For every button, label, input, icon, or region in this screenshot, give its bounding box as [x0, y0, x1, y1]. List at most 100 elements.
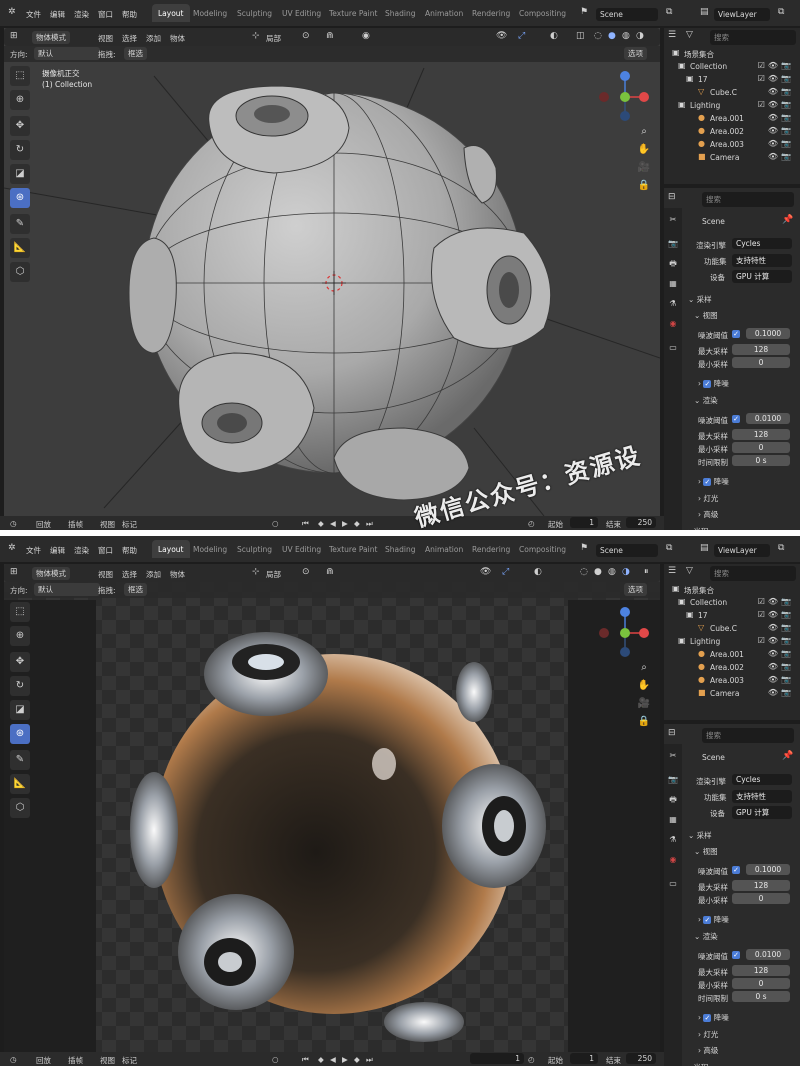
- annotate-tool[interactable]: ✎: [10, 214, 30, 234]
- pin-icon[interactable]: 📌: [782, 215, 793, 225]
- outliner-row-17[interactable]: ▣ 17 ☑👁📷: [664, 610, 800, 623]
- render-max-field[interactable]: 128: [732, 965, 790, 976]
- overlay-icon[interactable]: ◐: [534, 567, 542, 577]
- orientation-selector[interactable]: 默认: [34, 47, 100, 60]
- render-noise-checkbox[interactable]: ✓: [732, 951, 740, 959]
- viewport-max-field[interactable]: 128: [732, 344, 790, 355]
- play-reverse-icon[interactable]: ◀: [330, 1055, 336, 1064]
- start-frame-field[interactable]: 1: [570, 517, 598, 528]
- viewport-noise-field[interactable]: 0.1000: [746, 328, 790, 339]
- outliner-root[interactable]: ▣ 场景集合: [664, 584, 800, 597]
- snap-icon[interactable]: ⊙: [302, 567, 310, 577]
- zoom-icon[interactable]: ⌕: [636, 660, 652, 676]
- visibility-flags[interactable]: 👁📷: [768, 675, 794, 684]
- collection-tab-icon[interactable]: ▭: [667, 342, 679, 354]
- move-tool[interactable]: ✥: [10, 116, 30, 136]
- timeline-editor-icon[interactable]: ◷: [10, 519, 17, 528]
- annotate-tool[interactable]: ✎: [10, 750, 30, 770]
- rotate-tool[interactable]: ↻: [10, 140, 30, 160]
- render-noise-checkbox[interactable]: ✓: [732, 415, 740, 423]
- camera-view-icon[interactable]: 🎥: [636, 696, 652, 712]
- tab-texture-paint[interactable]: Texture Paint: [329, 545, 377, 554]
- snap-icon[interactable]: ⊙: [302, 31, 310, 41]
- axis-neg-z-icon[interactable]: [620, 647, 630, 657]
- viewport-min-field[interactable]: 0: [732, 893, 790, 904]
- tab-shading[interactable]: Shading: [385, 545, 415, 554]
- end-frame-field[interactable]: 250: [626, 517, 656, 528]
- scene-selector[interactable]: Scene: [596, 544, 658, 557]
- pivot-selector[interactable]: 局部: [266, 569, 281, 580]
- bottom-nub[interactable]: [384, 1002, 464, 1042]
- properties-editor-icon[interactable]: ⊟: [668, 728, 676, 738]
- outliner-row-17[interactable]: ▣ 17 ☑👁📷: [664, 74, 800, 87]
- outliner-row-camera[interactable]: ■ Camera 👁📷: [664, 152, 800, 165]
- axis-x-icon[interactable]: [639, 628, 649, 638]
- visibility-flags[interactable]: 👁📷: [768, 152, 794, 161]
- render-noise-field[interactable]: 0.0100: [746, 413, 790, 424]
- menu-window[interactable]: 窗口: [98, 545, 113, 556]
- outliner-editor-icon[interactable]: ☰: [668, 30, 676, 40]
- tab-rendering[interactable]: Rendering: [472, 545, 510, 554]
- tab-layout[interactable]: Layout: [152, 4, 190, 22]
- time-limit-field[interactable]: 0 s: [732, 991, 790, 1002]
- timeline-playback-menu[interactable]: 回放: [36, 519, 51, 530]
- gizmo-icon[interactable]: ⤢: [502, 567, 509, 577]
- copy-scene-icon[interactable]: ⧉: [666, 7, 672, 17]
- axis-x-icon[interactable]: [639, 92, 649, 102]
- pan-hand-icon[interactable]: ✋: [636, 678, 652, 694]
- view-layer-tab-icon[interactable]: ▦: [667, 814, 679, 826]
- select-box-tool[interactable]: ⬚: [10, 66, 30, 86]
- denoise-checkbox[interactable]: ✓: [703, 478, 712, 486]
- transform-orientation-icon[interactable]: ⊹: [252, 567, 260, 577]
- filter-icon[interactable]: ▽: [686, 30, 693, 40]
- menu-help[interactable]: 帮助: [122, 545, 137, 556]
- jump-start-icon[interactable]: ⏮: [302, 1055, 309, 1065]
- advanced-subsection[interactable]: › 高级: [698, 509, 718, 520]
- lights-subsection[interactable]: › 灯光: [698, 1029, 718, 1040]
- feature-set-dropdown[interactable]: 支持特性: [732, 790, 792, 803]
- viewport-subsection[interactable]: ⌄ 视图: [694, 846, 718, 857]
- render-tab-icon[interactable]: 📷: [667, 238, 679, 250]
- jump-start-icon[interactable]: ⏮: [302, 519, 309, 529]
- record-icon[interactable]: ○: [272, 519, 279, 528]
- tab-layout[interactable]: Layout: [152, 540, 190, 558]
- device-dropdown[interactable]: GPU 计算: [732, 806, 792, 819]
- shading-rendered-icon[interactable]: ◑: [622, 567, 630, 577]
- shading-solid-icon[interactable]: ●: [594, 567, 602, 577]
- next-key-icon[interactable]: ◆: [354, 1055, 360, 1064]
- menu-select[interactable]: 选择: [122, 569, 137, 580]
- pause-render-icon[interactable]: ⏸: [644, 567, 649, 577]
- collection-tab-icon[interactable]: ▭: [667, 878, 679, 890]
- render-max-field[interactable]: 128: [732, 429, 790, 440]
- outliner-row-area002[interactable]: ● Area.002 👁📷: [664, 662, 800, 675]
- transform-tool[interactable]: ⊛: [10, 188, 30, 208]
- pan-hand-icon[interactable]: ✋: [636, 142, 652, 158]
- properties-search[interactable]: 搜索: [702, 192, 794, 207]
- left-nub[interactable]: [128, 237, 177, 354]
- axis-z-icon[interactable]: [620, 71, 630, 81]
- end-frame-field[interactable]: 250: [626, 1053, 656, 1064]
- axis-neg-x-icon[interactable]: [599, 628, 609, 638]
- left-nub[interactable]: [130, 772, 178, 888]
- properties-search[interactable]: 搜索: [702, 728, 794, 743]
- outliner-row-cube[interactable]: ▽ Cube.C 👁📷: [664, 87, 800, 100]
- menu-edit[interactable]: 编辑: [50, 545, 65, 556]
- copy-scene-icon[interactable]: ⧉: [666, 543, 672, 553]
- outliner-row-area001[interactable]: ● Area.001 👁📷: [664, 113, 800, 126]
- viewport-max-field[interactable]: 128: [732, 880, 790, 891]
- timeline-editor-icon[interactable]: ◷: [10, 1055, 17, 1064]
- add-cube-tool[interactable]: ⬡: [10, 262, 30, 282]
- copy-layer-icon[interactable]: ⧉: [778, 543, 784, 553]
- output-tab-icon[interactable]: 🖶: [667, 258, 679, 270]
- tab-modeling[interactable]: Modeling: [193, 545, 227, 554]
- gizmo-icon[interactable]: ⤢: [518, 31, 525, 41]
- viewport-denoise-row[interactable]: › ✓ 降噪: [698, 378, 729, 389]
- outliner-row-cube[interactable]: ▽ Cube.C 👁📷: [664, 623, 800, 636]
- rotate-tool[interactable]: ↻: [10, 676, 30, 696]
- outliner-row-area001[interactable]: ● Area.001 👁📷: [664, 649, 800, 662]
- shading-rendered-icon[interactable]: ◑: [636, 31, 644, 41]
- render-min-field[interactable]: 0: [732, 978, 790, 989]
- axis-neg-z-icon[interactable]: [620, 111, 630, 121]
- menu-view[interactable]: 视图: [98, 569, 113, 580]
- menu-object[interactable]: 物体: [170, 569, 185, 580]
